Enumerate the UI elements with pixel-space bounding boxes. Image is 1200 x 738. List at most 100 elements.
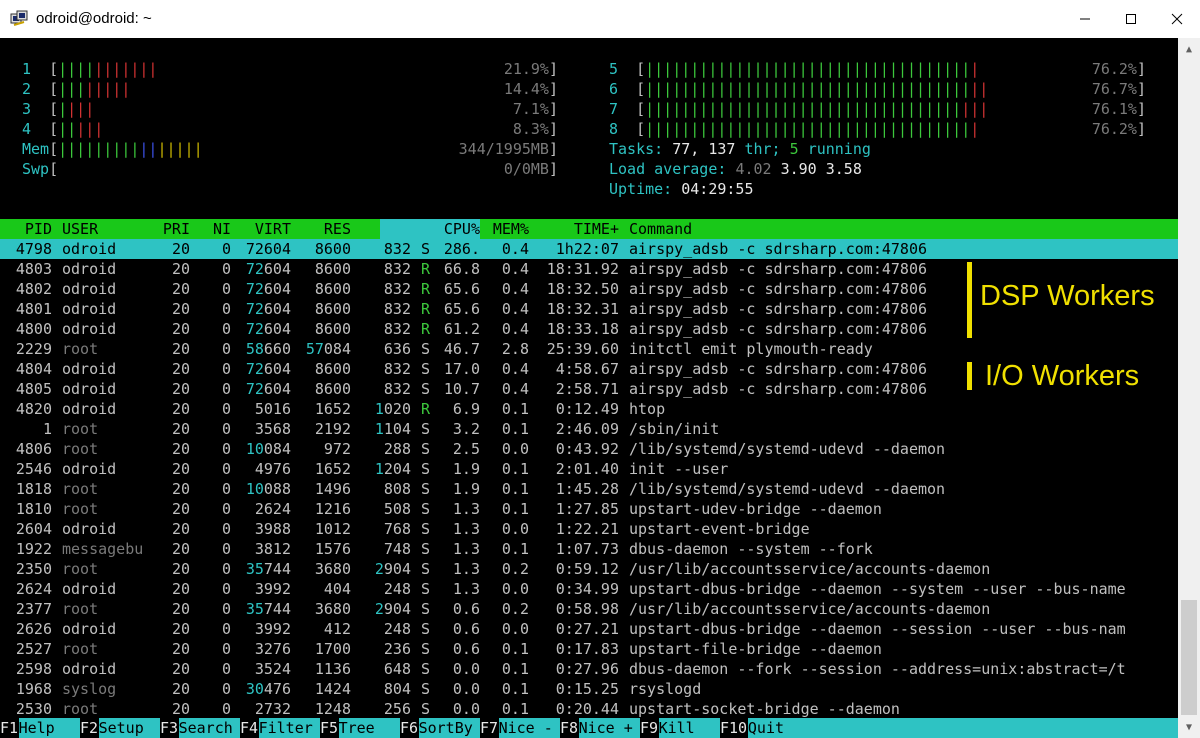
cpu-percent-value: 7.1%: [512, 100, 549, 118]
cpu-meter-6: 6 [|||||||||||||||||||||||||||||||||||||…: [609, 80, 989, 98]
column-header-mem[interactable]: MEM%: [429, 219, 529, 239]
io-workers-annotation: I/O Workers: [985, 360, 1140, 392]
process-row[interactable]: [0, 619, 1178, 639]
cpu-number: 5: [609, 60, 619, 78]
fkey-label: Nice -: [498, 718, 560, 738]
maximize-button[interactable]: [1108, 0, 1154, 38]
process-row[interactable]: [0, 419, 1178, 439]
cpu-number: 1: [22, 60, 32, 78]
fkey-key: F4: [240, 718, 259, 738]
process-row[interactable]: [0, 479, 1178, 499]
fkey-f4[interactable]: F4Filter: [240, 718, 320, 738]
fkey-label: Kill: [658, 718, 720, 738]
process-row[interactable]: [0, 339, 1178, 359]
scroll-down-arrow-icon[interactable]: ▼: [1178, 716, 1200, 738]
fkey-label: Filter: [258, 718, 320, 738]
cpu-meter-4: 4 [|||||: [22, 120, 104, 138]
minimize-button[interactable]: [1062, 0, 1108, 38]
fkey-label: Help: [18, 718, 80, 738]
cpu-number: 4: [22, 120, 32, 138]
cpu-percent-value: 14.4%: [503, 80, 549, 98]
column-header-time[interactable]: TIME+: [519, 219, 619, 239]
window-title: odroid@odroid: ~: [36, 10, 152, 27]
cpu-percent-value: 21.9%: [503, 60, 549, 78]
cpu-percent-value: 76.1%: [1091, 100, 1137, 118]
process-row[interactable]: [0, 459, 1178, 479]
putty-icon: [10, 10, 28, 26]
process-row[interactable]: [0, 679, 1178, 699]
cpu-number: 7: [609, 100, 619, 118]
fkey-key: F8: [560, 718, 579, 738]
cpu-number: 3: [22, 100, 32, 118]
process-row[interactable]: [0, 599, 1178, 619]
fkey-f10[interactable]: F10Quit: [720, 718, 1178, 738]
fkey-f1[interactable]: F1Help: [0, 718, 80, 738]
fkey-label: Nice +: [578, 718, 640, 738]
cpu-meter-2: 2 [||||||||: [22, 80, 131, 98]
maximize-icon: [1126, 14, 1136, 24]
swp-label: Swp: [22, 160, 50, 178]
process-row[interactable]: [0, 699, 1178, 719]
fkey-f2[interactable]: F2Setup: [80, 718, 160, 738]
process-row[interactable]: [0, 439, 1178, 459]
dsp-workers-bracket: [967, 262, 972, 338]
process-row[interactable]: [0, 639, 1178, 659]
cpu-percent: 76.1%]: [1091, 100, 1146, 118]
swp-meter: Swp[: [22, 160, 59, 178]
cpu-percent: 14.4%]: [503, 80, 558, 98]
cpu-percent-value: 76.2%: [1091, 120, 1137, 138]
cpu-meter-8: 8 [|||||||||||||||||||||||||||||||||||||: [609, 120, 980, 138]
fkey-key: F3: [160, 718, 179, 738]
fkey-f3[interactable]: F3Search: [160, 718, 240, 738]
process-row[interactable]: [0, 499, 1178, 519]
cpu-meter-5: 5 [|||||||||||||||||||||||||||||||||||||: [609, 60, 980, 78]
process-row[interactable]: [0, 539, 1178, 559]
vertical-scrollbar[interactable]: ▲ ▼: [1178, 38, 1200, 738]
column-header-pid[interactable]: PID: [0, 219, 52, 239]
fkey-f5[interactable]: F5Tree: [320, 718, 400, 738]
minimize-icon: [1080, 18, 1090, 20]
cpu-percent: 7.1%]: [512, 100, 558, 118]
mem-meter: Mem[||||||||||||||||: [22, 140, 203, 158]
function-key-bar: F1Help F2Setup F3Search F4Filter F5Tree F6Sor…: [0, 718, 1178, 738]
fkey-f6[interactable]: F6SortBy: [400, 718, 480, 738]
process-row[interactable]: [0, 579, 1178, 599]
fkey-key: F6: [400, 718, 419, 738]
fkey-label: Tree: [338, 718, 400, 738]
cpu-percent-value: 8.3%: [512, 120, 549, 138]
cpu-meter-1: 1 [|||||||||||: [22, 60, 158, 78]
close-button[interactable]: [1154, 0, 1200, 38]
cpu-meter-3: 3 [||||: [22, 100, 95, 118]
scroll-up-arrow-icon[interactable]: ▲: [1178, 38, 1200, 60]
fkey-key: F5: [320, 718, 339, 738]
fkey-key: F1: [0, 718, 19, 738]
cpu-number: 8: [609, 120, 619, 138]
fkey-f9[interactable]: F9Kill: [640, 718, 720, 738]
process-row[interactable]: [0, 659, 1178, 679]
terminal-screen[interactable]: 1 [||||||||||| 21.9%] 2 [|||||||| 14.4%] 3 […: [0, 38, 1178, 738]
fkey-key: F9: [640, 718, 659, 738]
cpu-number: 2: [22, 80, 32, 98]
process-row[interactable]: [0, 559, 1178, 579]
fkey-key: F7: [480, 718, 499, 738]
process-row[interactable]: [0, 319, 1178, 339]
mem-label: Mem: [22, 140, 50, 158]
fkey-key: F2: [80, 718, 99, 738]
io-workers-bracket: [967, 362, 972, 390]
cpu-percent-value: 76.2%: [1091, 60, 1137, 78]
mem-value: 344/1995MB]: [458, 140, 558, 158]
cpu-percent: 76.7%]: [1091, 80, 1146, 98]
scrollbar-thumb[interactable]: [1181, 600, 1197, 715]
fkey-f7[interactable]: F7Nice -: [480, 718, 560, 738]
fkey-f8[interactable]: F8Nice +: [560, 718, 640, 738]
fkey-label: SortBy: [418, 718, 480, 738]
process-row[interactable]: [0, 399, 1178, 419]
close-icon: [1171, 13, 1183, 25]
cpu-number: 6: [609, 80, 619, 98]
process-row[interactable]: [0, 239, 1178, 259]
column-header-command[interactable]: Command: [629, 219, 692, 239]
fkey-label: Search: [178, 718, 240, 738]
title-bar[interactable]: odroid@odroid: ~: [0, 0, 1200, 38]
process-row[interactable]: [0, 519, 1178, 539]
process-row[interactable]: [0, 259, 1178, 279]
